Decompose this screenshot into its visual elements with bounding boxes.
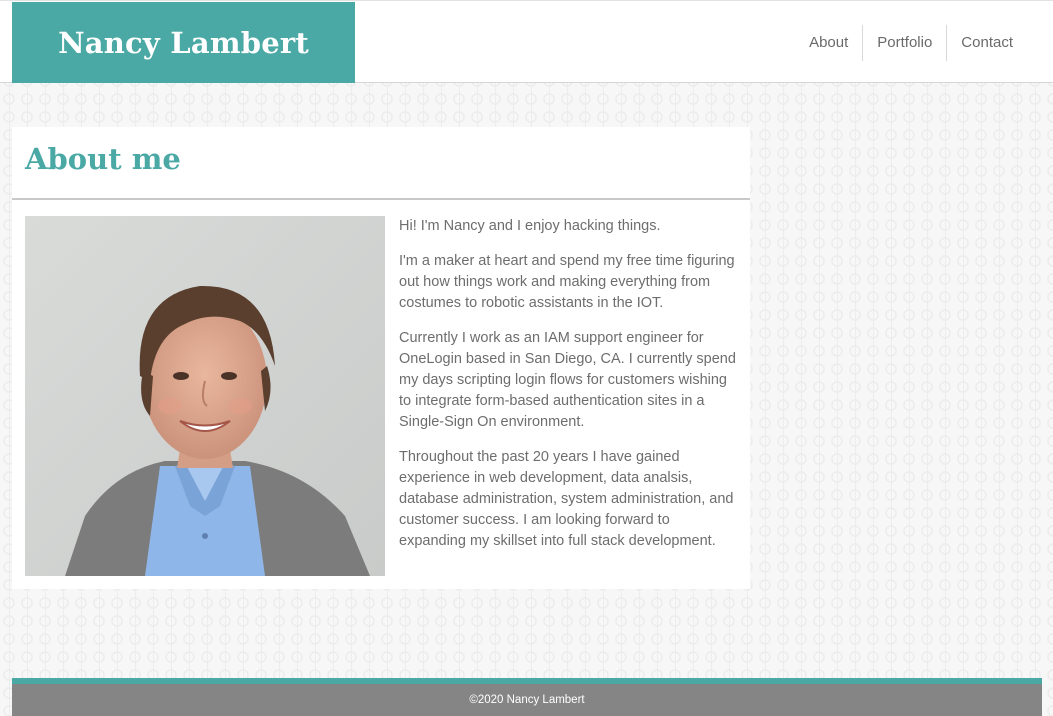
about-section: About me Hi! I'm Nancy and I enjoy hacki… — [12, 127, 750, 589]
about-header: About me — [12, 127, 750, 200]
site-header: Nancy Lambert About Portfolio Contact — [0, 0, 1053, 83]
nav-link-portfolio[interactable]: Portfolio — [862, 25, 946, 61]
footer-copyright: ©2020 Nancy Lambert — [469, 694, 585, 706]
brand-name[interactable]: Nancy Lambert — [58, 26, 309, 60]
bio-paragraph-maker: I'm a maker at heart and spend my free t… — [399, 253, 735, 311]
brand-logo-block[interactable]: Nancy Lambert — [12, 2, 355, 83]
main-nav: About Portfolio Contact — [795, 25, 1027, 61]
bio-paragraph-work: Currently I work as an IAM support engin… — [399, 330, 736, 430]
nav-link-contact[interactable]: Contact — [946, 25, 1027, 61]
profile-photo-illustration — [25, 216, 385, 576]
nav-link-about[interactable]: About — [795, 25, 862, 61]
bio-paragraph-intro: Hi! I'm Nancy and I enjoy hacking things… — [399, 218, 661, 234]
about-title: About me — [25, 142, 181, 176]
bio-text: Hi! I'm Nancy and I enjoy hacking things… — [399, 216, 739, 566]
bio-paragraph-experience: Throughout the past 20 years I have gain… — [399, 449, 734, 549]
site-footer: ©2020 Nancy Lambert — [12, 678, 1042, 716]
profile-photo — [25, 216, 385, 576]
